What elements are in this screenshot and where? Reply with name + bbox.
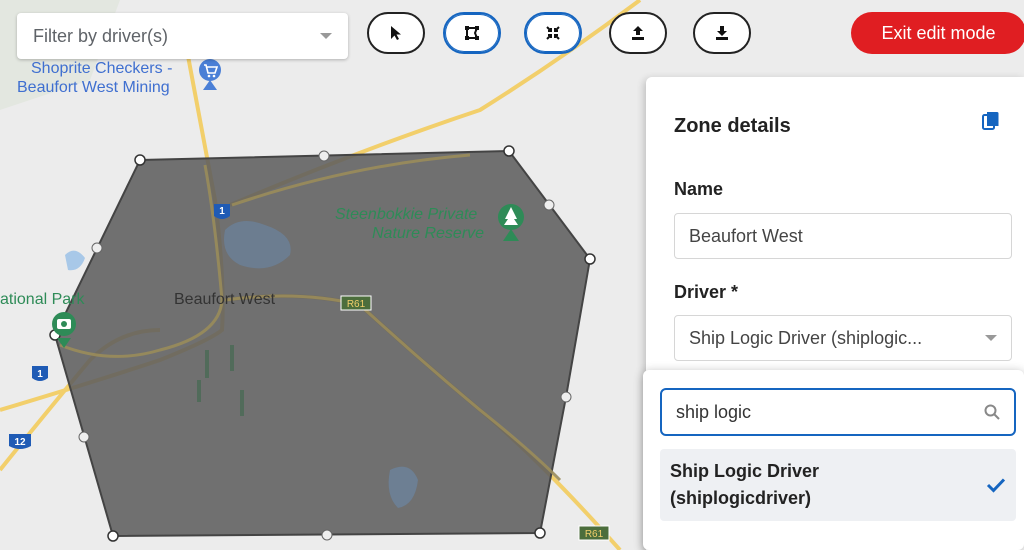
midpoint-handle[interactable] (91, 242, 103, 254)
driver-select[interactable]: Ship Logic Driver (shiplogic... (674, 315, 1012, 361)
cursor-icon (391, 26, 401, 40)
zone-name-input[interactable]: Beaufort West (674, 213, 1012, 259)
midpoint-handle[interactable] (560, 391, 572, 403)
park-label: ational Park (0, 291, 85, 308)
download-button[interactable] (693, 12, 751, 54)
driver-select-value: Ship Logic Driver (shiplogic... (689, 327, 923, 348)
driver-dropdown: ship logic Ship Logic Driver (shiplogicd… (643, 370, 1024, 550)
route-shield-r61: R61 (340, 295, 372, 311)
driver-option-name: Ship Logic Driver (670, 461, 820, 481)
vertex-handle[interactable] (584, 253, 596, 265)
chevron-down-icon (320, 33, 332, 39)
chevron-down-icon (985, 335, 997, 341)
svg-text:R61: R61 (585, 529, 604, 540)
polygon-icon (465, 26, 479, 40)
driver-filter-placeholder: Filter by driver(s) (33, 25, 169, 46)
upload-icon (632, 26, 644, 40)
route-shield-n1: 1 (32, 366, 48, 381)
draw-polygon-button[interactable] (443, 12, 501, 54)
driver-search-value: ship logic (676, 401, 752, 422)
poi-label-shoprite-1: Shoprite Checkers - (31, 60, 172, 77)
download-icon (716, 26, 728, 40)
midpoint-handle[interactable] (318, 150, 330, 162)
midpoint-handle[interactable] (78, 431, 90, 443)
route-shield-n1: 1 (214, 204, 230, 219)
svg-text:1: 1 (37, 369, 43, 380)
vertex-handle[interactable] (503, 145, 515, 157)
town-label: Beaufort West (174, 291, 276, 308)
zone-name-value: Beaufort West (689, 225, 803, 246)
midpoint-handle[interactable] (321, 529, 333, 541)
search-icon (984, 404, 1000, 420)
exit-edit-mode-button[interactable]: Exit edit mode (851, 12, 1024, 54)
route-shield-r61: R61 (578, 525, 610, 541)
poi-label-shoprite-2: Beaufort West Mining (17, 79, 170, 96)
collapse-icon (546, 26, 560, 40)
route-shield-n12: 12 (9, 434, 31, 449)
vertex-handle[interactable] (107, 530, 119, 542)
svg-text:1: 1 (219, 206, 225, 217)
driver-search-input[interactable]: ship logic (660, 388, 1016, 436)
driver-option[interactable]: Ship Logic Driver (shiplogicdriver) (660, 449, 1016, 521)
vertex-handle[interactable] (534, 527, 546, 539)
copy-icon[interactable] (982, 111, 1000, 131)
driver-label: Driver * (674, 282, 739, 302)
name-label: Name (674, 179, 724, 199)
svg-text:12: 12 (14, 437, 26, 448)
midpoint-handle[interactable] (543, 199, 555, 211)
driver-filter-select[interactable]: Filter by driver(s) (17, 13, 348, 59)
panel-title: Zone details (674, 115, 791, 137)
check-icon (986, 478, 1006, 493)
select-tool-button[interactable] (367, 12, 425, 54)
poi-label-reserve-1: Steenbokkie Private (335, 206, 477, 223)
vertex-handle[interactable] (134, 154, 146, 166)
upload-button[interactable] (609, 12, 667, 54)
svg-text:R61: R61 (347, 299, 366, 310)
driver-option-username: (shiplogicdriver) (670, 488, 812, 508)
poi-label-reserve-2: Nature Reserve (372, 225, 484, 242)
collapse-button[interactable] (524, 12, 582, 54)
